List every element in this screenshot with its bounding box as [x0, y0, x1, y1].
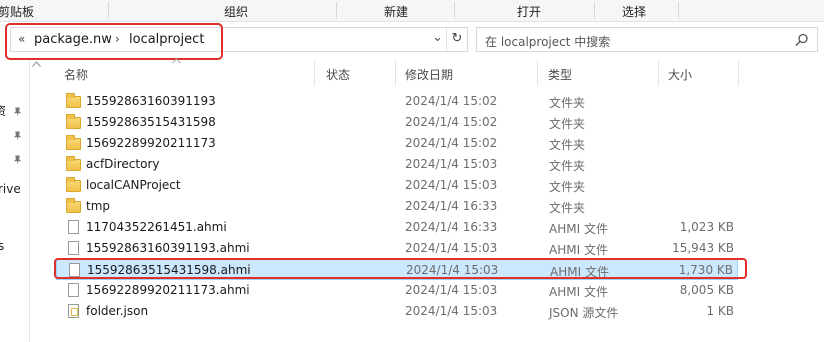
- nav-item-this-pc[interactable]: s: [0, 239, 4, 253]
- list-item[interactable]: 15692289920211173.ahmi 2024/1/4 15:03 AH…: [56, 280, 738, 301]
- file-type: 文件夹: [549, 201, 586, 215]
- scroll-up-arrow-icon[interactable]: [32, 61, 41, 67]
- file-date: 2024/1/4 15:03: [405, 178, 498, 192]
- file-type: AHMI 文件: [549, 243, 608, 257]
- ribbon-group-select: 选择: [622, 5, 647, 19]
- file-type: 文件夹: [549, 159, 586, 173]
- file-name: 15692289920211173: [86, 136, 216, 150]
- ribbon-divider: [454, 2, 455, 19]
- ribbon-group-clipboard: 剪贴板: [0, 5, 35, 19]
- column-header-size[interactable]: 大小: [668, 66, 692, 83]
- file-type: JSON 源文件: [549, 306, 619, 320]
- refresh-icon[interactable]: ↻: [446, 28, 467, 51]
- file-date: 2024/1/4 15:02: [405, 115, 498, 129]
- column-header-type[interactable]: 类型: [548, 66, 572, 83]
- column-headers: 名称 状态 修改日期 类型 大小: [46, 58, 824, 86]
- file-name: 15592863160391193.ahmi: [86, 241, 250, 255]
- file-date: 2024/1/4 15:02: [405, 94, 498, 108]
- list-item[interactable]: acfDirectory 2024/1/4 15:03 文件夹: [56, 154, 738, 175]
- nav-scrollbar[interactable]: [31, 60, 43, 342]
- file-date: 2024/1/4 15:03: [405, 157, 498, 171]
- file-name: 15692289920211173.ahmi: [86, 283, 250, 297]
- file-date: 2024/1/4 15:03: [405, 241, 498, 255]
- file-name: 15592863515431598: [86, 115, 216, 129]
- column-divider[interactable]: [537, 60, 538, 86]
- ribbon-divider: [336, 2, 337, 19]
- list-item[interactable]: 15592863160391193 2024/1/4 15:02 文件夹: [56, 91, 738, 112]
- folder-icon: [66, 177, 81, 192]
- column-divider[interactable]: [395, 60, 396, 86]
- file-type: AHMI 文件: [549, 285, 608, 299]
- column-header-status[interactable]: 状态: [326, 66, 350, 83]
- pin-icon: [13, 155, 22, 164]
- sort-caret-icon: [172, 58, 181, 64]
- ribbon-divider: [594, 2, 595, 19]
- file-type: 文件夹: [549, 138, 586, 152]
- file-date: 2024/1/4 15:03: [405, 304, 498, 318]
- search-box[interactable]: 在 localproject 中搜索: [476, 27, 818, 52]
- column-divider[interactable]: [314, 60, 315, 86]
- folder-icon: [66, 135, 81, 150]
- ribbon-divider: [678, 2, 679, 19]
- selected-row-highlight-box: [54, 258, 747, 279]
- json-file-icon: [68, 304, 79, 318]
- file-date: 2024/1/4 15:03: [405, 283, 498, 297]
- address-history-dropdown-icon[interactable]: ⌄: [432, 30, 443, 45]
- pin-icon: [13, 107, 22, 116]
- file-icon: [68, 220, 79, 234]
- ribbon-divider: [108, 2, 109, 19]
- ribbon-group-labels: 剪贴板 组织 新建 打开 选择: [0, 0, 824, 22]
- ribbon-group-new: 新建: [384, 5, 409, 19]
- list-item[interactable]: folder.json 2024/1/4 15:03 JSON 源文件 1 KB: [56, 301, 738, 322]
- folder-icon: [66, 156, 81, 171]
- column-header-name[interactable]: 名称: [64, 66, 88, 83]
- list-item[interactable]: localCANProject 2024/1/4 15:03 文件夹: [56, 175, 738, 196]
- file-date: 2024/1/4 16:33: [405, 220, 498, 234]
- folder-icon: [66, 198, 81, 213]
- search-input[interactable]: 在 localproject 中搜索: [485, 33, 610, 50]
- file-type: 文件夹: [549, 117, 586, 131]
- search-icon[interactable]: [795, 33, 809, 47]
- folder-icon: [66, 114, 81, 129]
- file-date: 2024/1/4 16:33: [405, 199, 498, 213]
- folder-icon: [66, 93, 81, 108]
- file-name: folder.json: [86, 304, 149, 318]
- file-name: acfDirectory: [86, 157, 160, 171]
- file-name: 15592863160391193: [86, 94, 216, 108]
- column-divider[interactable]: [738, 60, 739, 86]
- list-item[interactable]: tmp 2024/1/4 16:33 文件夹: [56, 196, 738, 217]
- file-type: 文件夹: [549, 180, 586, 194]
- pin-icon: [13, 131, 22, 140]
- column-header-modified[interactable]: 修改日期: [405, 66, 453, 83]
- file-date: 2024/1/4 15:02: [405, 136, 498, 150]
- file-size: 1,023 KB: [679, 220, 734, 234]
- file-size: 15,943 KB: [672, 241, 734, 255]
- list-item[interactable]: 15592863160391193.ahmi 2024/1/4 15:03 AH…: [56, 238, 738, 259]
- list-item[interactable]: 11704352261451.ahmi 2024/1/4 16:33 AHMI …: [56, 217, 738, 238]
- file-size: 8,005 KB: [679, 283, 734, 297]
- ribbon-group-organize: 组织: [224, 5, 249, 19]
- address-highlight-box: [5, 23, 223, 60]
- nav-item-onedrive[interactable]: rive: [0, 182, 21, 196]
- nav-item-resources[interactable]: 资: [0, 102, 6, 119]
- file-name: tmp: [86, 199, 111, 213]
- list-item[interactable]: 15692289920211173 2024/1/4 15:02 文件夹: [56, 133, 738, 154]
- file-name: 11704352261451.ahmi: [86, 220, 227, 234]
- file-type: AHMI 文件: [549, 222, 608, 236]
- navigation-pane: 资 rive s: [0, 60, 30, 342]
- file-type: 文件夹: [549, 96, 586, 110]
- list-item[interactable]: 15592863515431598 2024/1/4 15:02 文件夹: [56, 112, 738, 133]
- file-name: localCANProject: [86, 178, 181, 192]
- column-divider[interactable]: [658, 60, 659, 86]
- file-icon: [68, 241, 79, 255]
- file-size: 1 KB: [706, 304, 734, 318]
- file-icon: [68, 283, 79, 297]
- ribbon-group-open: 打开: [517, 5, 542, 19]
